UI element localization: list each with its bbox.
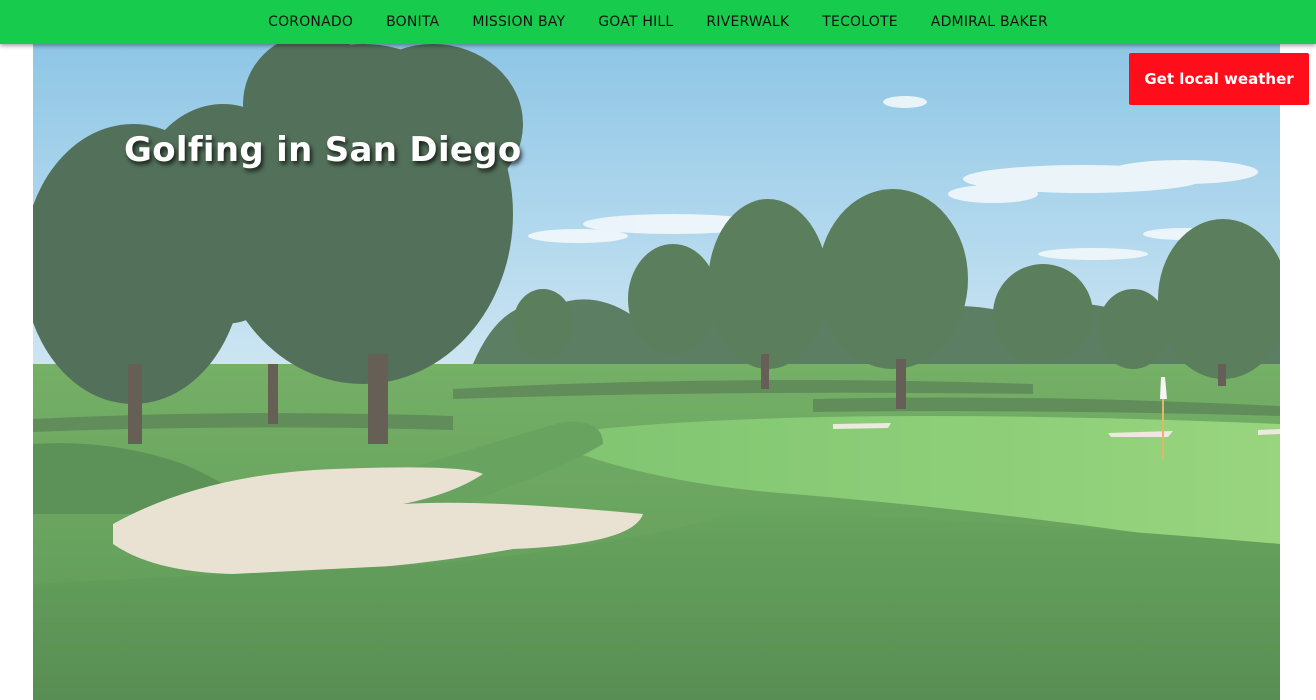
nav-link-riverwalk[interactable]: RIVERWALK — [706, 14, 789, 30]
nav-link-admiral-baker[interactable]: ADMIRAL BAKER — [931, 14, 1048, 30]
nav-link-tecolote[interactable]: TECOLOTE — [822, 14, 898, 30]
top-navigation-bar: CORONADO BONITA MISSION BAY GOAT HILL RI… — [0, 0, 1316, 44]
nav-link-coronado[interactable]: CORONADO — [268, 14, 353, 30]
get-local-weather-button[interactable]: Get local weather — [1129, 53, 1309, 105]
page-title: Golfing in San Diego — [124, 130, 522, 170]
nav-link-goat-hill[interactable]: GOAT HILL — [598, 14, 673, 30]
nav-link-bonita[interactable]: BONITA — [386, 14, 439, 30]
hero-section: Golfing in San Diego — [33, 44, 1280, 700]
nav-link-mission-bay[interactable]: MISSION BAY — [472, 14, 565, 30]
